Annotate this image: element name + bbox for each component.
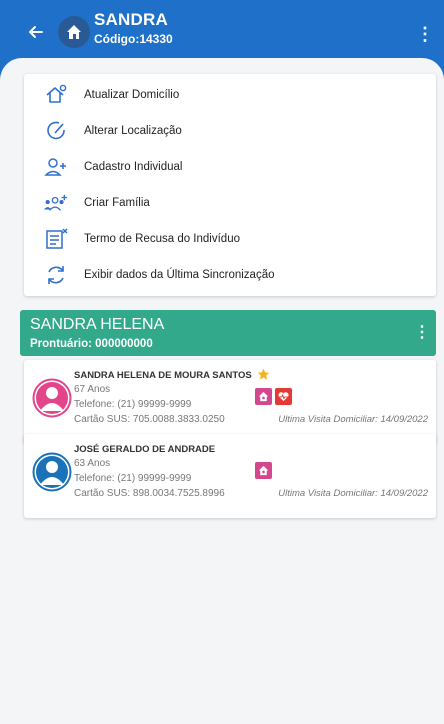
actions-card: Atualizar Domicílio Alterar Localização … (24, 74, 436, 296)
household-title: SANDRA (94, 10, 168, 29)
member-sus-card: Cartão SUS: 898.0034.7525.8996 (74, 488, 225, 499)
female-avatar-icon (32, 378, 72, 418)
document-refuse-icon (44, 227, 68, 251)
sync-icon (44, 263, 68, 287)
group-add-icon (44, 191, 68, 215)
member-name: SANDRA HELENA DE MOURA SANTOS (74, 370, 252, 381)
action-label: Criar Família (84, 197, 150, 209)
house-settings-icon (44, 83, 68, 107)
back-arrow-icon[interactable] (24, 22, 48, 46)
member-card[interactable]: SANDRA HELENA DE MOURA SANTOS 67 Anos Te… (24, 360, 436, 444)
responsible-star-icon (257, 368, 270, 380)
male-avatar-icon (32, 452, 72, 492)
action-label: Exibir dados da Última Sincronização (84, 269, 275, 281)
member-age: 63 Anos (74, 458, 111, 469)
action-refusal-term[interactable]: Termo de Recusa do Indivíduo (24, 222, 436, 256)
family-options-icon[interactable]: ⋮ (414, 321, 430, 345)
home-member-icon (255, 462, 272, 479)
house-icon (58, 16, 90, 48)
action-label: Alterar Localização (84, 125, 182, 137)
member-card[interactable]: JOSÉ GERALDO DE ANDRADE 63 Anos Telefone… (24, 434, 436, 518)
action-last-sync[interactable]: Exibir dados da Última Sincronização (24, 258, 436, 292)
action-label: Cadastro Individual (84, 161, 183, 173)
member-name: JOSÉ GERALDO DE ANDRADE (74, 444, 216, 455)
location-edit-icon (44, 119, 68, 143)
action-label: Termo de Recusa do Indivíduo (84, 233, 240, 245)
health-condition-icon (275, 388, 292, 405)
action-label: Atualizar Domicílio (84, 89, 180, 101)
person-add-icon (44, 155, 68, 179)
home-member-icon (255, 388, 272, 405)
action-update-household[interactable]: Atualizar Domicílio (24, 78, 436, 112)
member-sus-card: Cartão SUS: 705.0088.3833.0250 (74, 414, 225, 425)
member-age: 67 Anos (74, 384, 111, 395)
more-options-icon[interactable]: ⋮ (416, 22, 434, 46)
household-code: Código:14330 (94, 32, 173, 46)
family-header[interactable]: SANDRA HELENA Prontuário: 000000000 ⋮ (20, 310, 436, 356)
family-name: SANDRA HELENA (30, 316, 165, 333)
member-phone: Telefone: (21) 99999-9999 (74, 473, 192, 484)
family-record-number: Prontuário: 000000000 (30, 338, 153, 350)
member-last-visit: Ultima Visita Domiciliar: 14/09/2022 (278, 414, 428, 425)
member-last-visit: Ultima Visita Domiciliar: 14/09/2022 (278, 488, 428, 499)
action-individual-registration[interactable]: Cadastro Individual (24, 150, 436, 184)
action-create-family[interactable]: Criar Família (24, 186, 436, 220)
member-phone: Telefone: (21) 99999-9999 (74, 399, 192, 410)
action-change-location[interactable]: Alterar Localização (24, 114, 436, 148)
